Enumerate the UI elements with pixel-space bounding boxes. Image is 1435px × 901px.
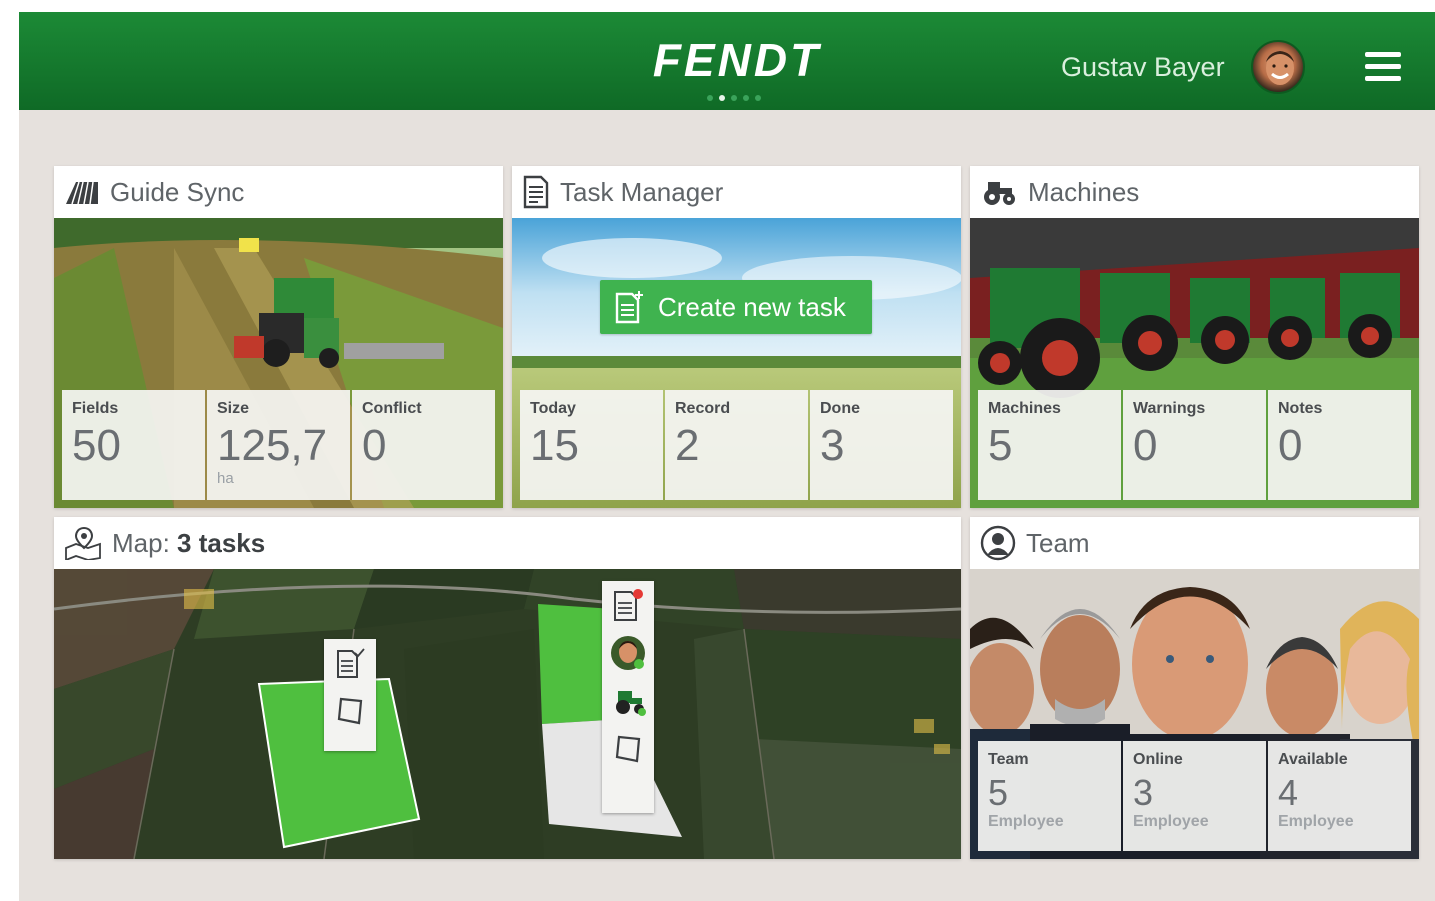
stat-unit: Employee [1278,813,1354,830]
task-done-icon [324,639,376,687]
stat-fields[interactable]: Fields 50 [62,390,205,500]
stat-online[interactable]: Online 3 Employee [1123,741,1266,851]
stat-value: 0 [1278,421,1303,470]
create-button-label: Create new task [658,291,846,322]
stat-today[interactable]: Today 15 [520,390,663,500]
map-task-count: 3 tasks [177,527,266,558]
page-dot[interactable] [743,95,749,101]
stat-value: 0 [362,421,387,470]
stat-label: Size [217,400,250,417]
tractor-marker-icon [602,677,654,725]
stat-value: 0 [1133,421,1158,470]
stat-unit: ha [217,470,234,487]
satellite-map[interactable] [54,569,961,859]
stat-label: Fields [72,400,119,417]
stat-warnings[interactable]: Warnings 0 [1123,390,1266,500]
team-stats: Team 5 Employee Online 3 Employee Availa… [978,741,1411,851]
stat-unit: Employee [1133,813,1209,830]
card-header: Guide Sync [54,166,503,218]
stat-value: 3 [1133,772,1154,813]
stat-conflict[interactable]: Conflict 0 [352,390,495,500]
stat-value: 2 [675,421,700,470]
machines-stats: Machines 5 Warnings 0 Notes 0 [978,390,1411,500]
page-indicator [707,95,761,101]
guide-sync-card[interactable]: Guide Sync Fields 50 Size 125,7 ha Confl… [54,166,503,508]
stat-label: Available [1278,751,1348,768]
task-manager-stats: Today 15 Record 2 Done 3 [520,390,953,500]
stat-value: 125,7 [217,421,328,470]
create-new-task-button[interactable]: Create new task [600,280,872,334]
user-avatar[interactable] [1251,40,1305,94]
hamburger-menu-icon[interactable] [1365,52,1401,82]
operator-avatar-icon [602,629,654,677]
stat-label: Record [675,400,731,417]
card-title: Machines [1028,176,1140,207]
task-manager-card[interactable]: Task Manager Create new task Today 15 Re… [512,166,961,508]
stat-notes[interactable]: Notes 0 [1268,390,1411,500]
map-pin-icon [65,526,101,560]
field-boundary-icon [602,725,654,773]
card-header: Machines [970,166,1419,218]
card-header: Task Manager [512,166,961,218]
stat-value: 50 [72,421,121,470]
user-name[interactable]: Gustav Bayer [1061,52,1225,83]
stat-label: Online [1133,751,1183,768]
stat-label: Warnings [1133,400,1206,417]
machines-card[interactable]: Machines Machines 5 Warnings 0 Notes 0 [970,166,1419,508]
stat-team[interactable]: Team 5 Employee [978,741,1121,851]
field-rows-icon [66,181,98,205]
page-dot[interactable] [731,95,737,101]
card-header: Team [970,517,1419,569]
stat-unit: Employee [988,813,1064,830]
app-root: FENDT Gustav Bayer Guide Sync Fields 50 … [19,12,1435,901]
page-dot[interactable] [755,95,761,101]
svg-text:FENDT: FENDT [653,34,822,84]
stat-available[interactable]: Available 4 Employee [1268,741,1411,851]
stat-value: 3 [820,421,845,470]
stat-label: Team [988,751,1029,768]
stat-label: Conflict [362,400,422,417]
person-circle-icon [980,525,1016,561]
task-pending-icon [602,581,654,629]
stat-label: Notes [1278,400,1323,417]
stat-value: 5 [988,421,1013,470]
guide-sync-stats: Fields 50 Size 125,7 ha Conflict 0 [62,390,495,500]
page-dot[interactable] [707,95,713,101]
stat-label: Machines [988,400,1061,417]
map-task-marker[interactable] [324,639,376,751]
stat-record[interactable]: Record 2 [665,390,808,500]
stat-done[interactable]: Done 3 [810,390,953,500]
stat-machines[interactable]: Machines 5 [978,390,1121,500]
page-dot-active[interactable] [719,95,725,101]
map-title-prefix: Map: [112,527,170,558]
card-header: Map: 3 tasks [54,517,961,569]
stat-value: 5 [988,772,1009,813]
fendt-logo[interactable]: FENDT [627,34,847,84]
new-document-icon [615,291,643,324]
tractor-icon [984,182,1015,205]
map-card[interactable]: Map: 3 tasks [54,517,961,859]
map-task-marker[interactable] [602,581,654,813]
stat-label: Today [530,400,576,417]
top-bar: FENDT Gustav Bayer [19,12,1435,110]
team-card[interactable]: Team Team 5 Employee Online 3 Employee A… [970,517,1419,859]
stat-size[interactable]: Size 125,7 ha [207,390,350,500]
card-title: Task Manager [560,176,724,207]
field-boundary-icon [324,687,376,735]
card-title: Team [1026,527,1090,558]
stat-value: 4 [1278,772,1299,813]
stat-label: Done [820,400,860,417]
stat-value: 15 [530,421,579,470]
document-icon [523,175,549,209]
card-title: Map: 3 tasks [112,528,265,559]
card-title: Guide Sync [110,176,245,207]
